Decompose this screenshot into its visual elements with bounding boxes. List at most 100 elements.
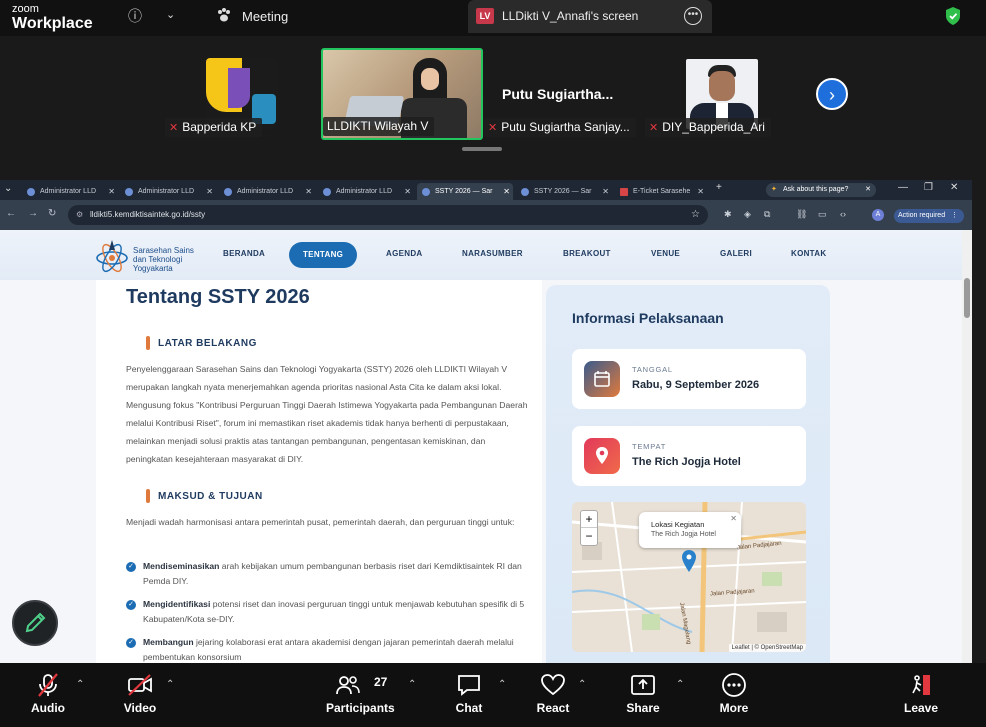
venue-label: TEMPAT (632, 442, 667, 451)
participant-tile[interactable]: ✕ Bapperida KP (165, 49, 313, 139)
more-button[interactable]: More (712, 663, 756, 727)
share-avatar-badge: LV (476, 8, 494, 24)
audio-options-caret[interactable]: ⌃ (76, 679, 84, 690)
objective-item: ✓ Mengidentifikasi potensi riset dan inov… (126, 597, 526, 627)
code-icon[interactable]: ‹› (840, 209, 846, 219)
url-input[interactable]: ⚙ lldikti5.kemdiktisaintek.go.id/ssty ☆ (68, 205, 708, 225)
audio-button[interactable]: Audio (24, 663, 72, 727)
browser-tab[interactable]: Administrator LLD ✕ (318, 183, 414, 200)
favicon-icon (125, 188, 133, 196)
close-icon[interactable]: ✕ (503, 183, 510, 200)
participants-label: Participants (326, 701, 395, 715)
restore-icon[interactable]: ❐ (924, 182, 933, 193)
nav-breakout[interactable]: BREAKOUT (563, 249, 611, 258)
chat-options-caret[interactable]: ⌃ (498, 679, 506, 690)
close-window-icon[interactable]: ✕ (950, 182, 958, 193)
zoom-top-bar: zoom Workplace ⓘ ⌄ Meeting LV LLDikti V_… (0, 0, 986, 36)
map-attribution[interactable]: Leaflet | © OpenStreetMap (728, 644, 806, 652)
objective-keyword: Mendiseminasikan (143, 561, 220, 571)
nav-agenda[interactable]: AGENDA (386, 249, 422, 258)
muted-mic-icon: ✕ (488, 122, 498, 134)
nav-beranda[interactable]: BERANDA (223, 249, 265, 258)
meeting-tab-label[interactable]: Meeting (242, 9, 288, 24)
share-screen-icon (631, 675, 655, 695)
close-icon[interactable]: ✕ (697, 183, 704, 200)
browser-tab[interactable]: Administrator LLD ✕ (120, 183, 216, 200)
nav-narasumber[interactable]: NARASUMBER (462, 249, 523, 258)
participants-options-caret[interactable]: ⌃ (408, 679, 416, 690)
chat-button[interactable]: Chat (446, 663, 492, 727)
ssty-logo-icon[interactable] (94, 236, 130, 276)
annotate-pen-button[interactable] (12, 600, 58, 646)
website-viewport: Sarasehan Sains dan Teknologi Yogyakarta… (0, 230, 962, 663)
map-marker-icon[interactable] (682, 550, 696, 572)
close-icon[interactable]: ✕ (404, 183, 411, 200)
browser-tab[interactable]: E-Ticket Sarasehe ✕ (615, 183, 707, 200)
shield-icon[interactable] (944, 6, 962, 26)
nav-kontak[interactable]: KONTAK (791, 249, 826, 258)
reload-icon[interactable]: ↻ (48, 208, 56, 219)
video-button[interactable]: Video (116, 663, 164, 727)
leave-button[interactable]: Leave (898, 663, 944, 727)
forward-icon[interactable]: → (28, 208, 38, 219)
pen-icon (25, 612, 46, 633)
bookmark-star-icon[interactable]: ☆ (691, 205, 700, 225)
ask-page-button[interactable]: ✦ Ask about this page? ✕ (766, 183, 876, 197)
action-required-button[interactable]: Action required ⋮ (894, 209, 964, 223)
strip-scroll-indicator[interactable] (462, 147, 502, 151)
react-options-caret[interactable]: ⌃ (578, 679, 586, 690)
scrollbar-thumb[interactable] (964, 278, 970, 318)
browser-tab-active[interactable]: SSTY 2026 — Sar ✕ (417, 183, 513, 200)
date-label: TANGGAL (632, 365, 673, 374)
participants-icon (336, 676, 360, 695)
profile-avatar[interactable]: A (872, 209, 884, 221)
venue-map[interactable]: + − Lokasi Kegiatan The Rich Jogja Hotel… (572, 502, 806, 652)
more-options-icon[interactable]: ••• (684, 7, 702, 25)
favicon-icon (27, 188, 35, 196)
nav-tentang[interactable]: TENTANG (289, 242, 358, 268)
video-options-caret[interactable]: ⌃ (166, 679, 174, 690)
link-icon[interactable]: ⛓ (796, 209, 807, 220)
site-settings-icon[interactable]: ⚙ (76, 205, 83, 225)
nav-venue[interactable]: VENUE (651, 249, 680, 258)
active-speaker-tile[interactable]: LLDIKTI Wilayah V (321, 48, 483, 140)
share-options-caret[interactable]: ⌃ (676, 679, 684, 690)
map-popup: Lokasi Kegiatan The Rich Jogja Hotel ✕ (639, 512, 741, 548)
venue-value: The Rich Jogja Hotel (632, 456, 741, 468)
browser-tab[interactable]: Administrator LLD ✕ (219, 183, 315, 200)
close-icon[interactable]: ✕ (730, 514, 737, 523)
nav-galeri[interactable]: GALERI (720, 249, 752, 258)
zoom-out-button[interactable]: − (581, 528, 597, 545)
browser-tab[interactable]: Administrator LLD ✕ (22, 183, 118, 200)
extension-icon[interactable]: ◈ (744, 209, 751, 220)
next-page-button[interactable]: › (816, 78, 848, 110)
close-icon[interactable]: ✕ (305, 183, 312, 200)
favicon-icon (521, 188, 529, 196)
brand-line: dan Teknologi (133, 255, 183, 264)
extension-icon[interactable]: ✱ (724, 209, 732, 220)
favicon-icon (224, 188, 232, 196)
tab-list-icon[interactable]: ⌄ (4, 183, 12, 194)
participant-name-placeholder: Putu Sugiartha... (502, 86, 614, 102)
browser-tab[interactable]: SSTY 2026 — Sar ✕ (516, 183, 612, 200)
minimize-icon[interactable]: — (898, 182, 908, 193)
participant-tile[interactable]: ✕ DIY_Bapperida_Ari (645, 49, 785, 139)
new-tab-icon[interactable]: + (716, 182, 722, 193)
extensions-puzzle-icon[interactable]: ⧉ (764, 209, 770, 220)
info-icon[interactable]: ⓘ (128, 6, 142, 26)
site-brand[interactable]: Sarasehan Sains dan Teknologi Yogyakarta (133, 246, 194, 273)
page-scrollbar[interactable] (962, 230, 972, 663)
cast-icon[interactable]: ▭ (818, 209, 827, 220)
zoom-in-button[interactable]: + (581, 511, 597, 528)
date-value: Rabu, 9 September 2026 (632, 379, 760, 391)
close-icon[interactable]: ✕ (206, 183, 213, 200)
back-icon[interactable]: ← (6, 208, 16, 219)
close-icon[interactable]: ✕ (602, 183, 609, 200)
share-button[interactable]: Share (620, 663, 666, 727)
participant-name-chip: LLDIKTI Wilayah V (323, 117, 435, 136)
close-icon[interactable]: ✕ (108, 183, 115, 200)
participants-button[interactable]: 27 Participants (326, 663, 395, 727)
react-button[interactable]: React (530, 663, 576, 727)
chevron-down-icon[interactable]: ⌄ (166, 8, 175, 21)
close-icon[interactable]: ✕ (865, 183, 871, 197)
